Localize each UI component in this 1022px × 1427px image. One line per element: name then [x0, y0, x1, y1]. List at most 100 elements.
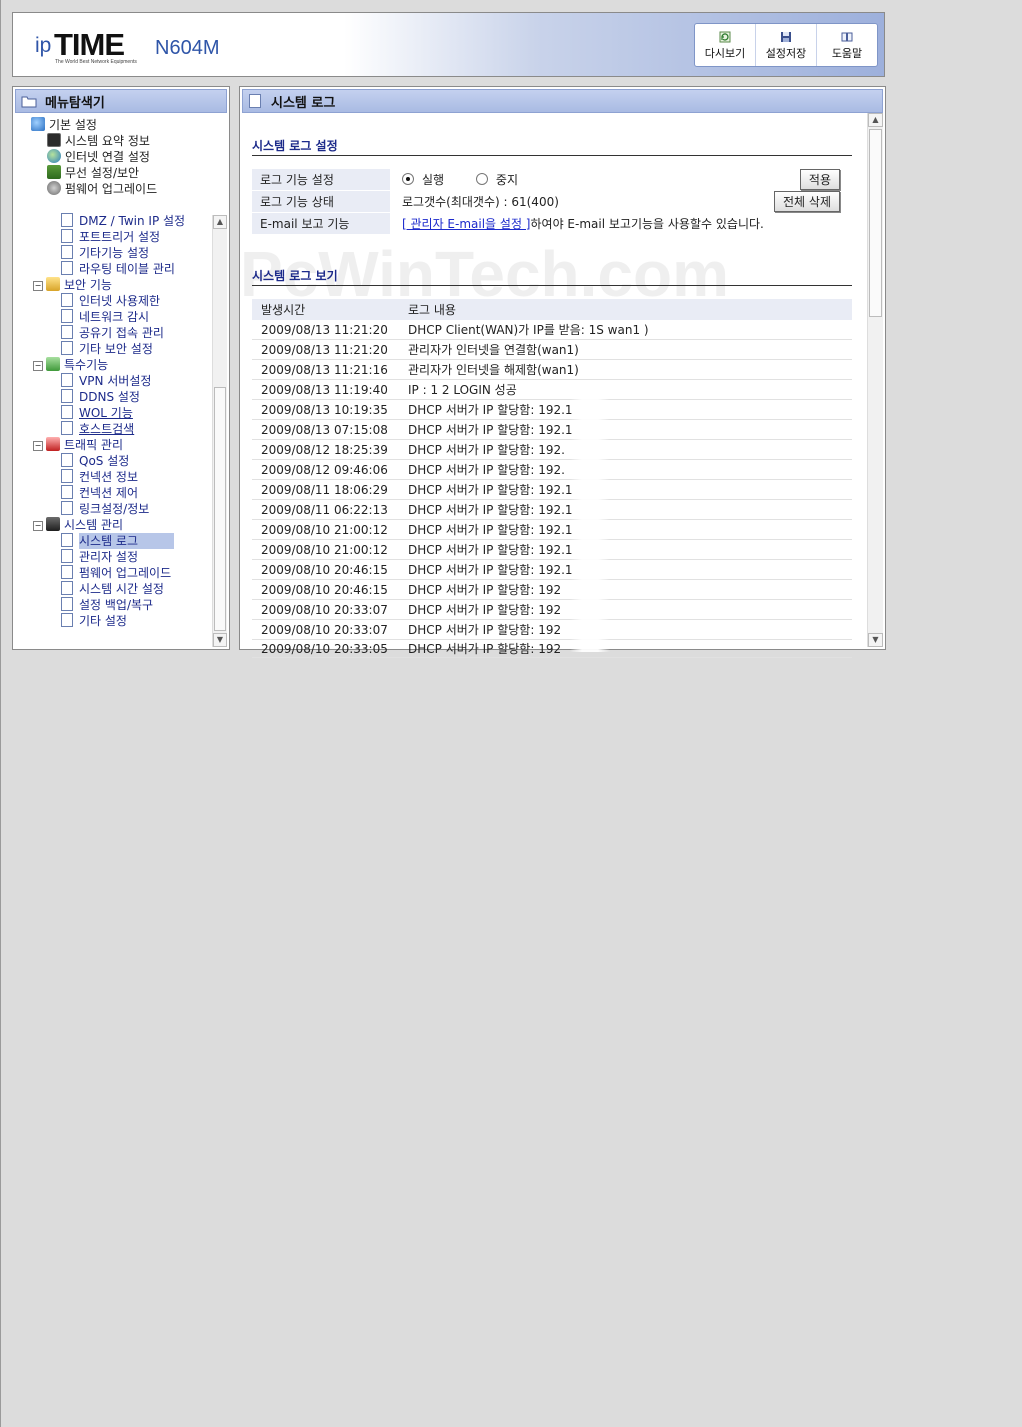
refresh-label: 다시보기: [704, 47, 746, 60]
main-titlebar: 시스템 로그: [242, 89, 883, 113]
page-icon: [61, 581, 73, 595]
log-settings-title: 시스템 로그 설정: [252, 137, 852, 156]
menu-explorer-titlebar: 메뉴탐색기: [15, 89, 227, 113]
log-status-value: 로그갯수(최대갯수) : 61(400): [390, 190, 760, 213]
log-status-label: 로그 기능 상태: [252, 190, 390, 213]
help-button[interactable]: 도움말: [817, 24, 877, 66]
tree-item-link-settings[interactable]: 링크설정/정보: [61, 501, 149, 517]
table-row: 2009/08/10 20:33:07 DHCP 서버가 IP 할당함: 192: [252, 599, 852, 620]
globe-folder-icon: [31, 117, 45, 131]
sidebar-scrollbar[interactable]: ▲ ▼: [212, 215, 227, 647]
page-icon: [61, 597, 73, 611]
table-row: 2009/08/10 20:46:15 DHCP 서버가 IP 할당함: 192: [252, 579, 852, 600]
apply-button[interactable]: 적용: [799, 169, 840, 190]
page-icon: [61, 325, 73, 339]
tree-item-system-time[interactable]: 시스템 시간 설정: [61, 581, 164, 597]
email-report-label: E-mail 보고 기능: [252, 212, 390, 235]
collapse-toggle[interactable]: −: [33, 441, 43, 451]
radio-stop[interactable]: [475, 173, 488, 185]
save-settings-label: 설정저장: [765, 47, 807, 60]
tree-group-security[interactable]: − 보안 기능: [33, 277, 112, 293]
logo-time: TIME: [54, 27, 125, 62]
save-settings-button[interactable]: 설정저장: [756, 24, 817, 66]
table-header-row: 발생시간 로그 내용: [252, 299, 852, 320]
tree-group-basic[interactable]: 기본 설정: [31, 117, 97, 133]
tree-item-routing-table[interactable]: 라우팅 테이블 관리: [61, 261, 175, 277]
redaction-mark: [570, 387, 610, 652]
table-row: 로그 기능 설정 실행 중지 적용: [252, 169, 852, 191]
table-row: 2009/08/10 20:33:07 DHCP 서버가 IP 할당함: 192: [252, 619, 852, 640]
logo-ip: ip: [35, 34, 52, 57]
tree-item-wireless[interactable]: 무선 설정/보안: [47, 165, 139, 181]
page-icon: [61, 245, 73, 259]
tree-item-wol[interactable]: WOL 기능: [61, 405, 133, 421]
page-icon: [61, 213, 73, 227]
table-row: 2009/08/11 06:22:13 DHCP 서버가 IP 할당함: 192.…: [252, 499, 852, 520]
page-icon: [61, 341, 73, 355]
logo-tagline: The World Best Network Equipments: [55, 59, 137, 65]
tree-item-connection-info[interactable]: 컨넥션 정보: [61, 469, 138, 485]
tree-item-qos[interactable]: QoS 설정: [61, 453, 129, 469]
refresh-button[interactable]: 다시보기: [695, 24, 756, 66]
tree-item-port-trigger[interactable]: 포트트리거 설정: [61, 229, 160, 245]
header-banner: ip TIME The World Best Network Equipment…: [12, 12, 885, 77]
page-icon: [249, 94, 261, 108]
tree-item-network-monitor[interactable]: 네트워크 감시: [61, 309, 149, 325]
tree-item-misc-security[interactable]: 기타 보안 설정: [61, 341, 153, 357]
tree-group-system[interactable]: − 시스템 관리: [33, 517, 123, 533]
scroll-down-arrow-icon[interactable]: ▼: [213, 633, 227, 647]
col-time-header: 발생시간: [252, 299, 408, 320]
scroll-down-arrow-icon[interactable]: ▼: [868, 633, 883, 647]
tree-group-special[interactable]: − 특수기능: [33, 357, 108, 373]
tree-item-router-access[interactable]: 공유기 접속 관리: [61, 325, 164, 341]
folder-icon: [21, 96, 37, 107]
window-edge: [0, 0, 1, 1427]
table-row: 2009/08/11 18:06:29 DHCP 서버가 IP 할당함: 192.…: [252, 479, 852, 500]
collapse-toggle[interactable]: −: [33, 361, 43, 371]
tree-item-host-search[interactable]: 호스트검색: [61, 421, 134, 437]
scroll-up-arrow-icon[interactable]: ▲: [213, 215, 227, 229]
tree-item-system-summary[interactable]: 시스템 요약 정보: [47, 133, 150, 149]
toolbar: 다시보기 설정저장 도움말: [694, 23, 878, 67]
tree-item-connection-control[interactable]: 컨넥션 제어: [61, 485, 138, 501]
tree-item-misc-function[interactable]: 기타기능 설정: [61, 245, 149, 261]
clear-all-button[interactable]: 전체 삭제: [774, 191, 840, 212]
tree-item-internet-restrict[interactable]: 인터넷 사용제한: [61, 293, 160, 309]
tree-group-traffic[interactable]: − 트래픽 관리: [33, 437, 123, 453]
page-icon: [61, 421, 73, 435]
main-scrollbar[interactable]: ▲ ▼: [867, 113, 883, 647]
radio-stop-label: 중지: [495, 173, 519, 187]
radio-run[interactable]: [402, 173, 414, 185]
system-icon: [46, 517, 60, 531]
tree-item-ddns[interactable]: DDNS 설정: [61, 389, 140, 405]
scroll-thumb[interactable]: [869, 129, 882, 317]
page-icon: [61, 293, 73, 307]
scroll-up-arrow-icon[interactable]: ▲: [868, 113, 883, 127]
table-row: 2009/08/13 11:21:20 관리자가 인터넷을 연결함(wan1): [252, 339, 852, 360]
tree-item-backup-restore[interactable]: 설정 백업/복구: [61, 597, 153, 613]
tree-item-misc-settings[interactable]: 기타 설정: [61, 613, 127, 629]
page-icon: [61, 485, 73, 499]
page-icon: [61, 229, 73, 243]
save-icon: [781, 32, 791, 42]
admin-email-link[interactable]: [ 관리자 E-mail을 설정 ]: [402, 217, 531, 231]
tree-item-internet-connection[interactable]: 인터넷 연결 설정: [47, 149, 150, 165]
tree-item-firmware-upgrade[interactable]: 펌웨어 업그레이드: [61, 565, 171, 581]
tree-item-firmware-top[interactable]: 펌웨어 업그레이드: [47, 181, 157, 197]
table-row: 2009/08/10 21:00:12 DHCP 서버가 IP 할당함: 192.…: [252, 519, 852, 540]
collapse-toggle[interactable]: −: [33, 281, 43, 291]
menu-explorer-title: 메뉴탐색기: [45, 95, 105, 111]
page-icon: [61, 613, 73, 627]
tree-item-vpn[interactable]: VPN 서버설정: [61, 373, 151, 389]
collapse-toggle[interactable]: −: [33, 521, 43, 531]
page-icon: [61, 469, 73, 483]
table-row: E-mail 보고 기능 [ 관리자 E-mail을 설정 ]하여야 E-mai…: [252, 212, 852, 235]
radio-run-label: 실행: [422, 173, 445, 187]
tree-item-admin-settings[interactable]: 관리자 설정: [61, 549, 138, 565]
log-settings-table: 로그 기능 설정 실행 중지 적용 로그 기능 상태 로그갯수(최대갯수) : …: [252, 169, 852, 235]
page-icon: [61, 501, 73, 515]
tree-item-system-log[interactable]: 시스템 로그: [61, 533, 175, 549]
scroll-thumb[interactable]: [214, 387, 226, 631]
tree-item-dmz[interactable]: DMZ / Twin IP 설정: [61, 213, 185, 229]
page-icon: [61, 261, 73, 275]
